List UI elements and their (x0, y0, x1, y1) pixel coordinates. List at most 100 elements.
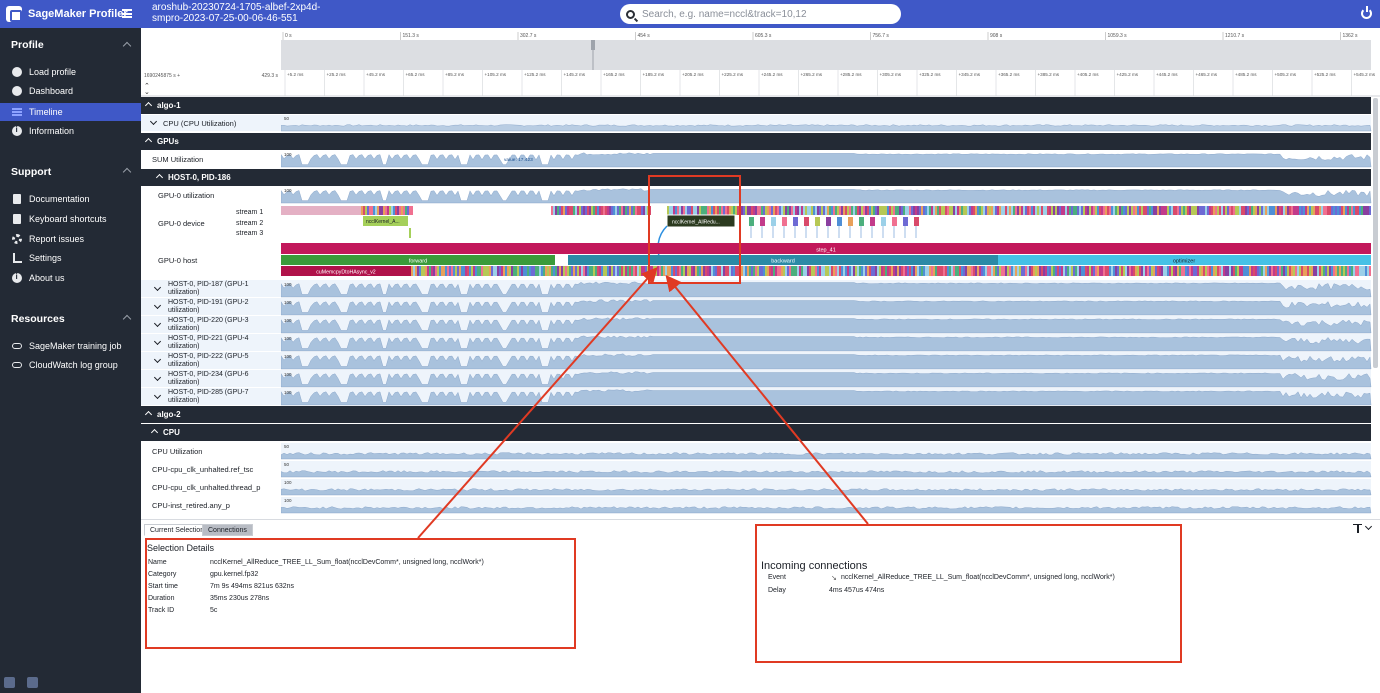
stream1-kernel (613, 206, 615, 215)
chevron-down-icon[interactable] (153, 319, 162, 328)
track-gpu0-host[interactable]: GPU-0 host (141, 243, 281, 278)
chevron-down-icon[interactable] (153, 337, 162, 346)
nav-about-us[interactable]: About us (0, 269, 141, 287)
track-group-algo-1[interactable]: algo-1 (141, 97, 1371, 114)
stream1-kernel (995, 206, 997, 215)
host-op (471, 266, 473, 276)
host-op (875, 266, 877, 276)
track-gpu-host-1[interactable]: HOST-0, PID-187 (GPU-1 utilization) (141, 280, 281, 297)
tab-connections[interactable]: Connections (202, 524, 253, 536)
host-op (821, 266, 823, 276)
host-op (1027, 266, 1029, 276)
track-cpu-inst-retired[interactable]: CPU-inst_retired.any_p (141, 497, 281, 513)
debug-icon[interactable] (27, 677, 38, 688)
track-label: GPU-0 utilization (158, 190, 215, 200)
stream1-kernel (871, 206, 873, 215)
stream1-kernel (907, 206, 909, 215)
track-gpu-host-5[interactable]: HOST-0, PID-222 (GPU-5 utilization) (141, 352, 281, 369)
chevron-down-icon[interactable] (153, 301, 162, 310)
chevron-down-icon[interactable] (153, 391, 162, 400)
track-gpu-host-7[interactable]: HOST-0, PID-285 (GPU-7 utilization) (141, 388, 281, 405)
chevron-down-icon[interactable] (1364, 522, 1373, 531)
stream1-kernel (787, 206, 789, 215)
search-box[interactable] (620, 4, 901, 24)
hamburger-menu-icon[interactable] (122, 9, 132, 18)
track-cpu-group[interactable]: CPU (CPU Utilization) (141, 115, 281, 131)
track-cpu-utilization[interactable]: CPU Utilization (141, 443, 281, 459)
host-op (731, 266, 733, 276)
nav-keyboard-shortcuts[interactable]: Keyboard shortcuts (0, 210, 141, 228)
track-cpu-thread-p[interactable]: CPU-cpu_clk_unhalted.thread_p (141, 479, 281, 495)
collapse-top-icon[interactable] (1353, 524, 1362, 533)
host-op (1307, 266, 1309, 276)
chevron-down-icon[interactable] (153, 355, 162, 364)
nav-load-profile[interactable]: Load profile (0, 63, 141, 81)
host-op (1057, 266, 1059, 276)
track-gpu-host-4[interactable]: HOST-0, PID-221 (GPU-4 utilization) (141, 334, 281, 351)
host-op (1161, 266, 1163, 276)
track-gpu-host-2[interactable]: HOST-0, PID-191 (GPU-2 utilization) (141, 298, 281, 315)
host-op (433, 266, 435, 276)
chevron-down-icon[interactable] (149, 117, 158, 126)
chevron-down-icon[interactable] (153, 373, 162, 382)
track-group-algo-2[interactable]: algo-2 (141, 406, 1371, 423)
host-op (1243, 266, 1245, 276)
host-op (829, 266, 831, 276)
nav-report-issues[interactable]: Report issues (0, 230, 141, 248)
nav-timeline[interactable]: Timeline (0, 103, 141, 121)
stream1-kernel (841, 206, 843, 215)
chevron-up-icon[interactable] (150, 428, 159, 437)
overview-tick-label: 605.3 s (755, 33, 772, 39)
track-cpu-ref-tsc[interactable]: CPU-cpu_clk_unhalted.ref_tsc (141, 461, 281, 477)
chevron-up-icon[interactable] (144, 101, 153, 110)
nav-label: Dashboard (29, 86, 74, 96)
host-op (509, 266, 511, 276)
chevron-down-icon[interactable] (153, 283, 162, 292)
track-gpu-host-3[interactable]: HOST-0, PID-220 (GPU-3 utilization) (141, 316, 281, 333)
nav-settings[interactable]: Settings (0, 249, 141, 267)
nav-cloudwatch-link[interactable]: CloudWatch log group (0, 356, 141, 374)
scale-label: 100 (284, 188, 292, 193)
host-op (1367, 266, 1369, 276)
stream1-kernel (403, 206, 405, 215)
chevron-up-icon[interactable] (155, 173, 164, 182)
track-group-host0-pid186[interactable]: HOST-0, PID-186 (141, 169, 1371, 186)
incoming-value-event[interactable]: ncclKernel_AllReduce_TREE_LL_Sum_float(n… (841, 574, 1115, 581)
stream1-kernel (1071, 206, 1073, 215)
link-arrow-icon[interactable]: ↘ (831, 574, 837, 582)
nav-training-job-link[interactable]: SageMaker training job (0, 337, 141, 355)
section-resources-title: Resources (11, 313, 65, 325)
chevron-up-icon[interactable] (144, 410, 153, 419)
host-op (1205, 266, 1207, 276)
stream1-kernel (961, 206, 963, 215)
stream1-kernel (645, 206, 647, 215)
stream1-kernel (933, 206, 935, 215)
track-gpu0-utilization[interactable]: GPU-0 utilization (141, 187, 281, 203)
chevron-up-icon[interactable] (144, 137, 153, 146)
track-group-cpu[interactable]: CPU (141, 424, 1371, 441)
stream1-kernel (677, 206, 679, 215)
stats-icon[interactable] (4, 677, 15, 688)
stream1-kernel (1189, 206, 1191, 215)
detail-tick-label: +165.2 ms (603, 72, 625, 77)
track-gpu-host-6[interactable]: HOST-0, PID-234 (GPU-6 utilization) (141, 370, 281, 387)
tab-current-selection[interactable]: Current Selection (144, 524, 211, 536)
section-profile-title: Profile (11, 39, 44, 51)
nav-documentation[interactable]: Documentation (0, 190, 141, 208)
track-sum-utilization[interactable]: SUM Utilization (141, 151, 281, 167)
track-group-gpus[interactable]: GPUs (141, 133, 1371, 150)
stream1-kernel (1263, 206, 1265, 215)
stream1-kernel (1175, 206, 1177, 215)
chevron-up-icon[interactable] (122, 41, 132, 51)
search-input[interactable] (642, 8, 882, 20)
chevron-up-icon[interactable] (122, 314, 132, 324)
stream1-kernel (719, 206, 721, 215)
nav-dashboard[interactable]: Dashboard (0, 82, 141, 100)
stream1-kernel (895, 206, 897, 215)
stream1-kernel (1103, 206, 1105, 215)
stream1-kernel (885, 206, 887, 215)
chevron-up-icon[interactable] (122, 167, 132, 177)
logout-icon[interactable] (1361, 6, 1372, 19)
incoming-connections-title: Incoming connections (761, 560, 868, 572)
nav-information[interactable]: Information (0, 122, 141, 140)
